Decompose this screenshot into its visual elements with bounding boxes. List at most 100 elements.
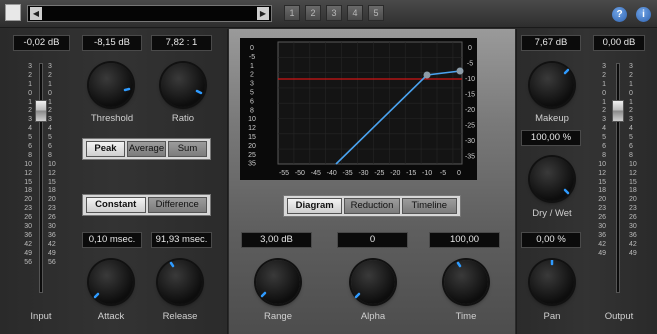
- output-meter-scale-right-tick: 36: [629, 231, 637, 239]
- threshold-value-display[interactable]: -8,15 dB: [82, 35, 142, 51]
- slot-button-3[interactable]: 3: [326, 5, 342, 21]
- input-meter-scale-left-tick: 20: [24, 196, 32, 204]
- output-meter-scale-right-tick: 1: [629, 98, 633, 106]
- input-meter-scale-left-tick: 30: [24, 223, 32, 231]
- attack-knob[interactable]: [89, 260, 133, 304]
- release-knob[interactable]: [158, 260, 202, 304]
- time-value-display[interactable]: 100,00: [429, 232, 500, 248]
- graph-x-label: -40: [327, 170, 337, 177]
- input-fader-track[interactable]: [39, 63, 43, 293]
- detection-average-button[interactable]: Average: [127, 141, 166, 157]
- input-meter-scale-right-tick: 36: [48, 231, 56, 239]
- alpha-value-display[interactable]: 0: [337, 232, 408, 248]
- release-knob-indicator: [169, 261, 175, 268]
- output-fader-track[interactable]: [616, 63, 620, 293]
- output-meter-scale-left-tick: 2: [602, 71, 606, 79]
- input-meter-scale-left-tick: 26: [24, 214, 32, 222]
- output-meter-scale-right-tick: 2: [629, 71, 633, 79]
- pan-label: Pan: [543, 311, 561, 322]
- range-value-display[interactable]: 3,00 dB: [241, 232, 312, 248]
- drywet-knob[interactable]: [530, 157, 574, 201]
- input-value-display[interactable]: -0,02 dB: [13, 35, 70, 51]
- input-meter-scale-right-tick: 3: [48, 116, 52, 124]
- ratio-knob[interactable]: [161, 63, 205, 107]
- time-knob[interactable]: [444, 260, 488, 304]
- alpha-knob[interactable]: [351, 260, 395, 304]
- output-meter-scale-left-tick: 10: [598, 160, 606, 168]
- attack-knob-indicator: [93, 292, 100, 299]
- input-meter-scale-left-tick: 5: [28, 134, 32, 142]
- graph-y-label-left: 1: [250, 63, 254, 70]
- output-meter-scale-right-tick: 0: [629, 89, 633, 97]
- detection-peak-button[interactable]: Peak: [86, 141, 125, 157]
- slot-button-4[interactable]: 4: [347, 5, 363, 21]
- graph-y-label-right: -25: [465, 123, 475, 130]
- view-reduction-button[interactable]: Reduction: [344, 198, 400, 214]
- slot-button-1[interactable]: 1: [284, 5, 300, 21]
- input-meter-scale-right-tick: 6: [48, 143, 52, 151]
- drywet-label: Dry / Wet: [532, 208, 572, 219]
- range-label: Range: [264, 311, 292, 322]
- preset-color-box[interactable]: [5, 4, 21, 21]
- attack-value-display[interactable]: 0,10 msec.: [82, 232, 142, 248]
- info-icon[interactable]: i: [636, 7, 651, 22]
- preset-selector[interactable]: ◀ ▶: [27, 5, 272, 22]
- mode-difference-button[interactable]: Difference: [147, 197, 207, 213]
- output-meter-scale-right-tick: 23: [629, 205, 637, 213]
- ratio-label: Ratio: [171, 113, 195, 124]
- view-diagram-button[interactable]: Diagram: [287, 198, 343, 214]
- output-meter-scale-left-tick: 2: [602, 107, 606, 115]
- time-label: Time: [455, 311, 477, 322]
- pan-knob[interactable]: [530, 260, 574, 304]
- output-meter-scale-right-tick: 4: [629, 125, 633, 133]
- output-fader-handle[interactable]: [612, 100, 624, 122]
- output-value-display[interactable]: 0,00 dB: [593, 35, 645, 51]
- input-meter-scale-left-tick: 56: [24, 258, 32, 266]
- threshold-label: Threshold: [90, 113, 134, 124]
- output-meter-scale-right-tick: 10: [629, 160, 637, 168]
- output-meter-scale-right-tick: 2: [629, 107, 633, 115]
- detection-sum-button[interactable]: Sum: [168, 141, 207, 157]
- slot-button-2[interactable]: 2: [305, 5, 321, 21]
- output-meter-scale-left-tick: 36: [598, 231, 606, 239]
- graph-x-label: -5: [440, 170, 446, 177]
- input-meter-scale-left-tick: 3: [28, 116, 32, 124]
- input-meter-scale-left-tick: 2: [28, 71, 32, 79]
- input-meter-scale-left-tick: 23: [24, 205, 32, 213]
- drywet-value-display[interactable]: 100,00 %: [521, 130, 581, 146]
- input-meter-scale-left-tick: 49: [24, 249, 32, 257]
- alpha-label: Alpha: [360, 311, 386, 322]
- ratio-value-display[interactable]: 7,82 : 1: [151, 35, 212, 51]
- graph-x-label: -35: [343, 170, 353, 177]
- view-timeline-button[interactable]: Timeline: [401, 198, 457, 214]
- range-knob[interactable]: [256, 260, 300, 304]
- help-icon[interactable]: ?: [612, 7, 627, 22]
- threshold-knob[interactable]: [89, 63, 133, 107]
- output-meter-scale-left-tick: 0: [602, 89, 606, 97]
- output-point[interactable]: [456, 67, 464, 75]
- input-meter-scale-left-tick: 12: [24, 169, 32, 177]
- prev-preset-button[interactable]: ◀: [30, 7, 42, 20]
- makeup-knob[interactable]: [530, 63, 574, 107]
- input-meter-scale-left-tick: 4: [28, 125, 32, 133]
- output-meter-scale-left-tick: 5: [602, 134, 606, 142]
- input-meter-scale-left-tick: 0: [28, 89, 32, 97]
- graph-y-label-right: -10: [465, 76, 475, 83]
- ratio-knob-indicator: [195, 89, 203, 95]
- next-preset-button[interactable]: ▶: [257, 7, 269, 20]
- output-meter-scale-right-tick: 8: [629, 151, 633, 159]
- input-meter-scale-right-tick: 23: [48, 205, 56, 213]
- output-meter-scale-right-tick: 12: [629, 169, 637, 177]
- pan-value-display[interactable]: 0,00 %: [521, 232, 581, 248]
- mode-constant-button[interactable]: Constant: [86, 197, 146, 213]
- input-meter-scale-right-tick: 8: [48, 151, 52, 159]
- slot-button-5[interactable]: 5: [368, 5, 384, 21]
- input-meter-scale-left-tick: 8: [28, 151, 32, 159]
- transfer-curve-graph[interactable]: 0-5123568101215202535 0-5-10-15-20-25-30…: [240, 38, 477, 180]
- input-fader-handle[interactable]: [35, 100, 47, 122]
- release-value-display[interactable]: 91,93 msec.: [151, 232, 212, 248]
- output-meter-scale-left-tick: 8: [602, 151, 606, 159]
- output-meter-scale-left-tick: 18: [598, 187, 606, 195]
- makeup-value-display[interactable]: 7,67 dB: [521, 35, 581, 51]
- knee-point[interactable]: [423, 71, 431, 79]
